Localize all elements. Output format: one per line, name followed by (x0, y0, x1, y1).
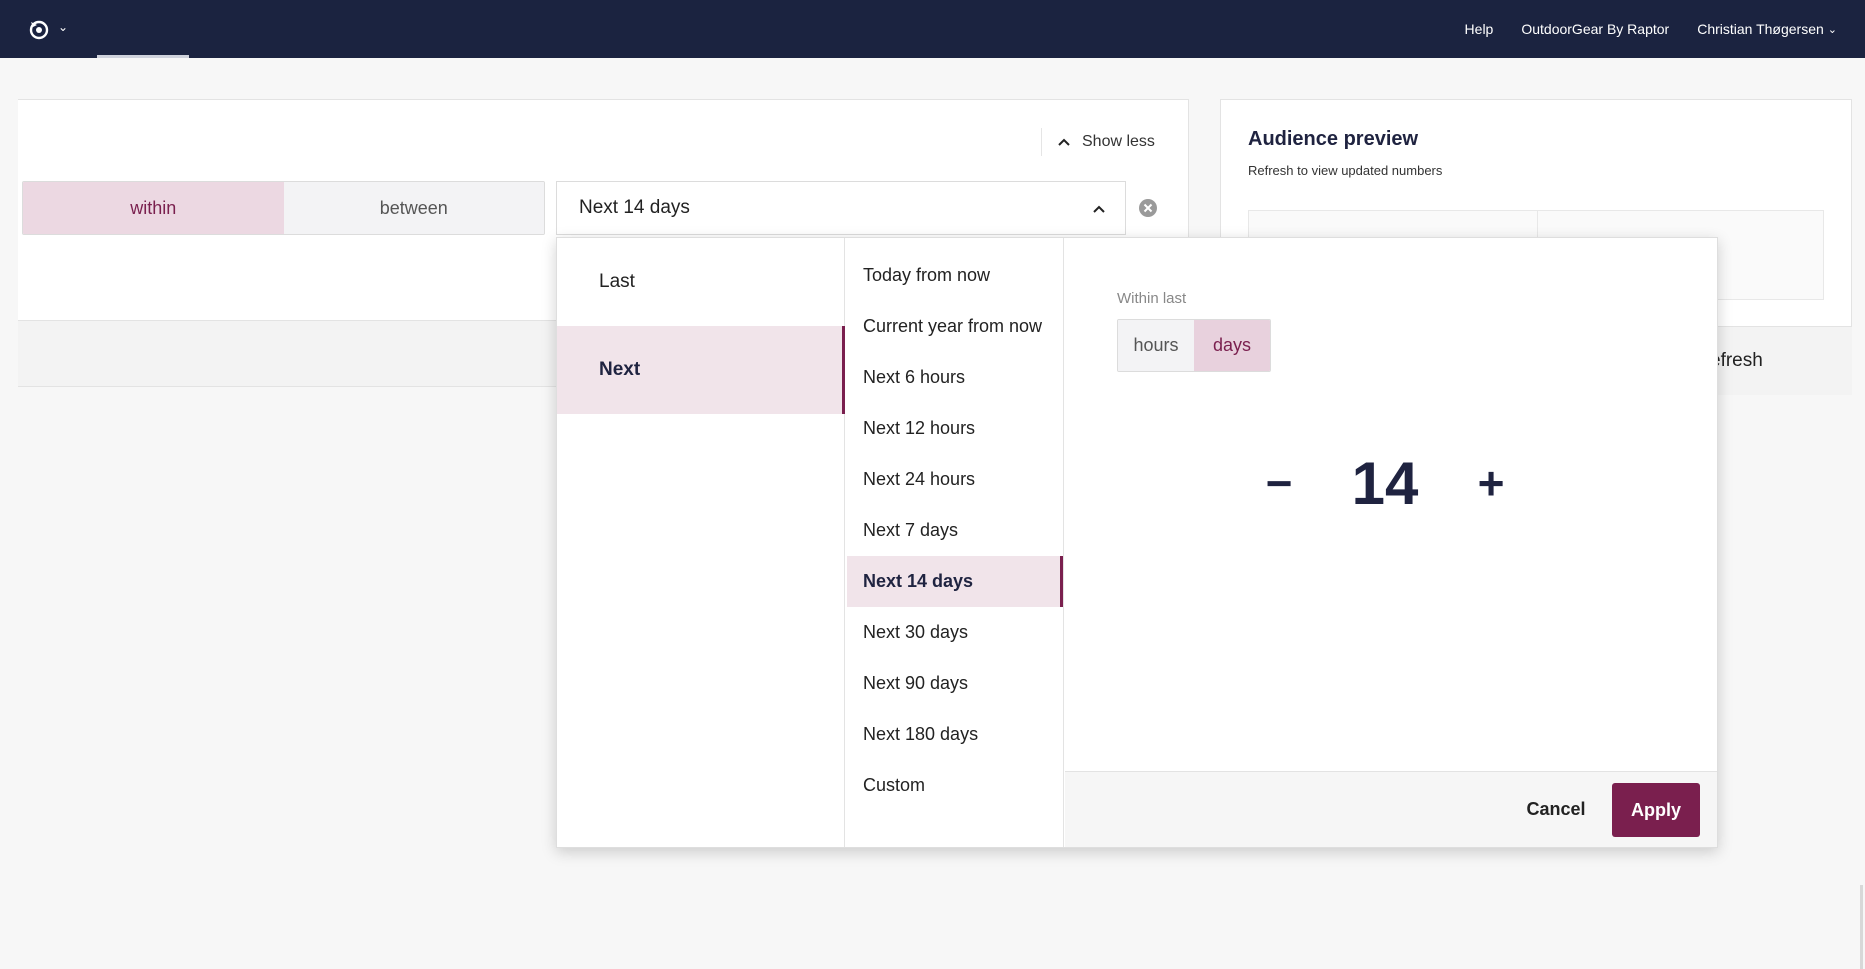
date-range-select[interactable]: Next 14 days (556, 181, 1126, 235)
raptor-logo-icon[interactable] (28, 18, 50, 40)
preset-item-selected[interactable]: Next 14 days (847, 556, 1063, 607)
clear-icon[interactable] (1138, 198, 1158, 218)
preset-item[interactable]: Next 12 hours (847, 403, 1063, 454)
top-navigation-bar: ⌄ Help OutdoorGear By Raptor Christian T… (0, 0, 1865, 58)
top-nav-links: Help OutdoorGear By Raptor Christian Thø… (1465, 0, 1837, 58)
preset-item[interactable]: Next 7 days (847, 505, 1063, 556)
help-link[interactable]: Help (1465, 21, 1494, 37)
direction-next[interactable]: Next (557, 326, 845, 414)
range-mode-toggle: within between (22, 181, 545, 235)
date-range-dropdown: Last Next Today from now Current year fr… (556, 237, 1718, 848)
unit-hours-button[interactable]: hours (1118, 320, 1194, 371)
within-last-label: Within last (1117, 290, 1187, 307)
active-nav-indicator (97, 55, 189, 58)
chevron-up-icon (1058, 133, 1070, 151)
preset-item[interactable]: Today from now (847, 250, 1063, 301)
show-less-button[interactable]: Show less (1041, 128, 1155, 156)
chevron-down-icon[interactable]: ⌄ (58, 20, 68, 34)
stepper-value: 14 (1351, 449, 1419, 517)
preset-item[interactable]: Next 30 days (847, 607, 1063, 658)
custom-range-panel: Within last hours days − 14 + Cancel App… (1065, 238, 1717, 847)
preset-list: Today from now Current year from now Nex… (845, 238, 1064, 847)
date-range-value: Next 14 days (579, 197, 690, 218)
unit-toggle: hours days (1117, 319, 1271, 372)
user-menu[interactable]: Christian Thøgersen ⌄ (1697, 21, 1837, 37)
preset-item-custom[interactable]: Custom (847, 760, 1063, 811)
cancel-button[interactable]: Cancel (1511, 786, 1601, 832)
preset-item[interactable]: Next 90 days (847, 658, 1063, 709)
mode-between-button[interactable]: between (283, 182, 544, 234)
preset-item[interactable]: Next 180 days (847, 709, 1063, 760)
audience-preview-subtitle: Refresh to view updated numbers (1248, 163, 1443, 178)
increment-button[interactable]: + (1467, 457, 1515, 509)
unit-days-button[interactable]: days (1194, 320, 1270, 371)
organization-link[interactable]: OutdoorGear By Raptor (1521, 21, 1669, 37)
mode-within-button[interactable]: within (23, 182, 284, 234)
decrement-button[interactable]: − (1255, 457, 1303, 509)
preset-item[interactable]: Current year from now (847, 301, 1063, 352)
scrollbar[interactable] (1860, 885, 1863, 969)
show-less-label: Show less (1082, 133, 1155, 150)
preset-item[interactable]: Next 24 hours (847, 454, 1063, 505)
chevron-up-icon (1093, 197, 1105, 219)
value-stepper: − 14 + (1255, 448, 1515, 518)
apply-button[interactable]: Apply (1612, 783, 1700, 837)
chevron-down-icon: ⌄ (1827, 23, 1837, 36)
user-name: Christian Thøgersen (1697, 21, 1824, 37)
direction-last[interactable]: Last (557, 238, 845, 326)
audience-preview-title: Audience preview (1248, 128, 1419, 150)
preset-item[interactable]: Next 6 hours (847, 352, 1063, 403)
direction-list: Last Next (557, 238, 845, 847)
